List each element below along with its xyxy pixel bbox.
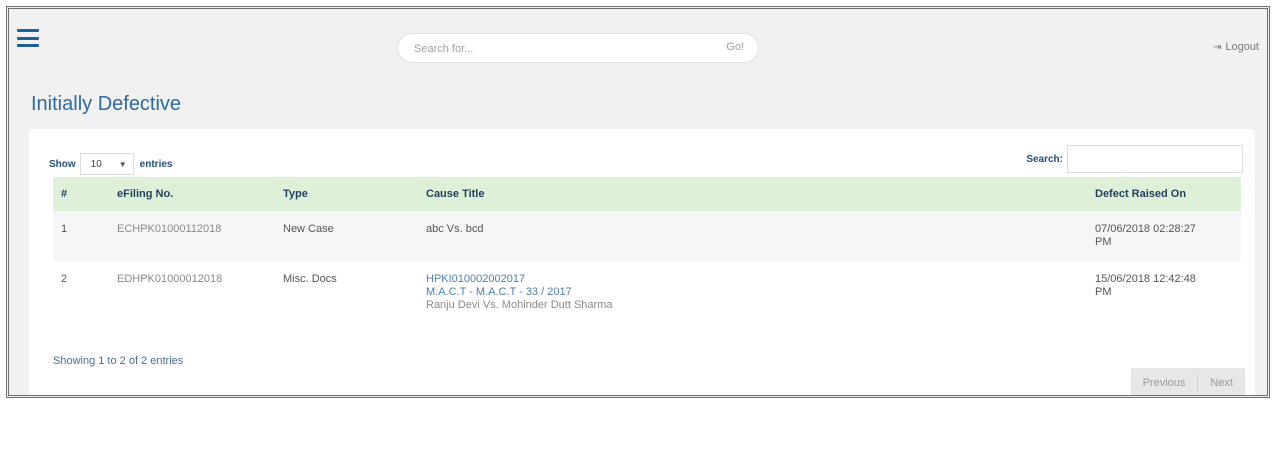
- table-header-row: # eFiling No. Type Cause Title Defect Ra…: [53, 177, 1241, 211]
- pagination: Previous Next: [1130, 368, 1245, 395]
- table-filter: Search:: [1026, 145, 1243, 173]
- sign-out-icon: ⇥: [1212, 42, 1222, 53]
- entries-label: entries: [139, 158, 173, 170]
- defect-raised-on: 07/06/2018 02:28:27 PM: [1087, 211, 1241, 261]
- table-row: 1 ECHPK01000112018 New Case abc Vs. bcd …: [53, 211, 1241, 261]
- page-length-value: 10: [90, 158, 102, 170]
- raised-on-line: 07/06/2018 02:28:27: [1095, 223, 1196, 235]
- show-label: Show: [49, 158, 76, 170]
- previous-button[interactable]: Previous: [1131, 368, 1198, 395]
- case-type: Misc. Docs: [283, 273, 337, 285]
- case-type: New Case: [283, 223, 334, 235]
- next-button[interactable]: Next: [1198, 368, 1245, 395]
- chevron-down-icon: ▼: [118, 159, 127, 169]
- col-header-defect-raised-on[interactable]: Defect Raised On: [1087, 177, 1241, 211]
- table-card: Show 10 ▼ entries Search: # eFiling No. …: [29, 129, 1255, 395]
- app-frame: Go! ⇥Logout Initially Defective Show 10 …: [6, 6, 1270, 398]
- page-length-control: Show 10 ▼ entries: [49, 153, 172, 175]
- party-names-line: Ranju Devi Vs. Mohinder Dutt Sharma: [426, 299, 613, 311]
- page-title: Initially Defective: [31, 93, 182, 115]
- defects-table: # eFiling No. Type Cause Title Defect Ra…: [53, 177, 1241, 321]
- col-header-number[interactable]: #: [53, 177, 109, 211]
- raised-on-line: PM: [1095, 286, 1112, 298]
- efiling-no-text[interactable]: ECHPK01000112018: [117, 223, 221, 235]
- menu-toggle-icon[interactable]: [17, 29, 39, 47]
- defect-raised-on: 15/06/2018 12:42:48 PM: [1087, 261, 1241, 321]
- logout-label: Logout: [1225, 41, 1259, 53]
- case-reference-line: M.A.C.T - M.A.C.T - 33 / 2017: [426, 286, 572, 298]
- col-header-efiling-no[interactable]: eFiling No.: [109, 177, 275, 211]
- row-number: 2: [61, 273, 68, 285]
- filter-label: Search:: [1026, 153, 1063, 165]
- raised-on-line: 15/06/2018 12:42:48: [1095, 273, 1196, 285]
- page-length-select[interactable]: 10 ▼: [79, 153, 134, 175]
- row-number: 1: [61, 223, 68, 235]
- global-search-input[interactable]: [412, 38, 706, 60]
- efiling-no-text[interactable]: EDHPK01000012018: [117, 273, 222, 285]
- top-navbar: Go! ⇥Logout: [9, 9, 1267, 87]
- case-number-line: HPKI010002002017: [426, 273, 526, 285]
- cause-title: HPKI010002002017 M.A.C.T - M.A.C.T - 33 …: [418, 261, 1087, 321]
- global-search: Go!: [397, 33, 759, 63]
- table-info: Showing 1 to 2 of 2 entries: [53, 355, 184, 367]
- go-button[interactable]: Go!: [726, 41, 744, 53]
- logout-link[interactable]: ⇥ Logout: [1213, 41, 1259, 53]
- table-search-input[interactable]: [1067, 145, 1243, 173]
- col-header-type[interactable]: Type: [275, 177, 418, 211]
- efiling-no-link[interactable]: EDHPK01000012018: [109, 261, 275, 321]
- cause-title-line: abc Vs. bcd: [426, 223, 484, 235]
- table-row: 2 EDHPK01000012018 Misc. Docs HPKI010002…: [53, 261, 1241, 321]
- efiling-no-link[interactable]: ECHPK01000112018: [109, 211, 275, 261]
- raised-on-line: PM: [1095, 236, 1112, 248]
- col-header-cause-title[interactable]: Cause Title: [418, 177, 1087, 211]
- cause-title: abc Vs. bcd: [418, 211, 1087, 261]
